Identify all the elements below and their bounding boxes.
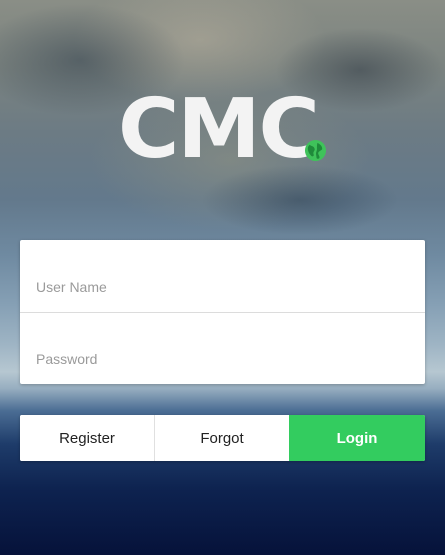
globe-icon: [304, 139, 327, 162]
register-button[interactable]: Register: [20, 415, 155, 461]
logo-text: CMC: [118, 82, 320, 177]
action-buttons: Register Forgot Login: [20, 415, 425, 461]
cmc-logo: CMC: [118, 88, 333, 172]
login-form: [20, 240, 425, 384]
password-field-container: [20, 312, 425, 384]
password-input[interactable]: [20, 312, 425, 384]
username-field-container: [20, 240, 425, 312]
username-input[interactable]: [20, 240, 425, 312]
forgot-button[interactable]: Forgot: [155, 415, 289, 461]
login-button[interactable]: Login: [289, 415, 425, 461]
